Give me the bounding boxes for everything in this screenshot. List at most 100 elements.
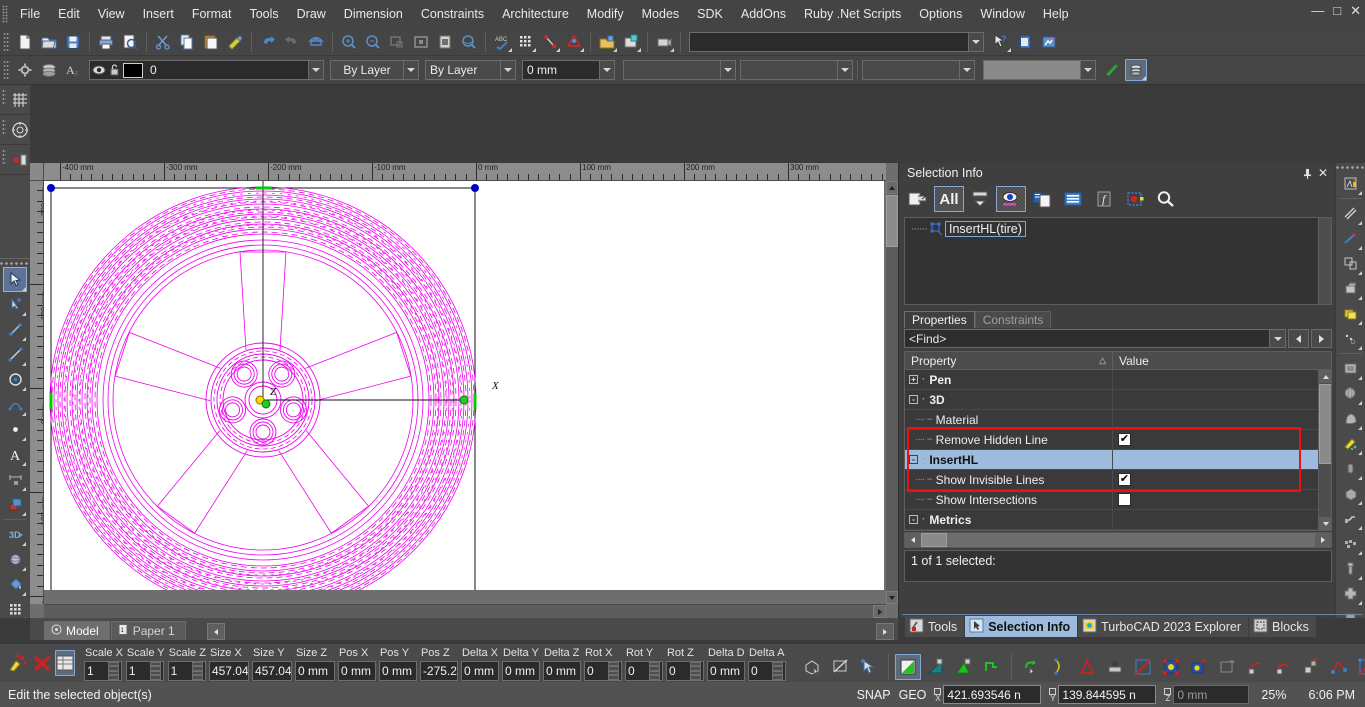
line-width-combo[interactable]: 0 mm (522, 60, 615, 80)
3d-object-icon[interactable]: 3D (3, 522, 27, 547)
field-input-rot-z[interactable]: 0 (665, 660, 704, 681)
bolt-icon[interactable] (1339, 556, 1363, 581)
grid-scroll-thumb[interactable] (1319, 384, 1331, 464)
property-grid[interactable]: Property △ Value + · Pen - · 3D ···· -- Material… (904, 351, 1332, 531)
drawing-canvas[interactable]: X Z (44, 181, 884, 590)
redo-icon[interactable] (281, 31, 303, 53)
brush-style-value[interactable]: By Layer (425, 60, 501, 80)
undo-icon[interactable] (257, 31, 279, 53)
visible-icon[interactable] (996, 186, 1026, 212)
sparkle-icon[interactable] (1339, 431, 1363, 456)
property-row[interactable]: - · Metrics (905, 510, 1318, 530)
spinner-up[interactable] (607, 661, 619, 671)
copy-icon[interactable] (176, 31, 198, 53)
shapes-icon[interactable] (1339, 251, 1363, 276)
field-input-delta-d[interactable]: 0 mm (706, 660, 745, 681)
find-input[interactable]: <Find> (904, 329, 1270, 348)
zoom-level[interactable]: 25% (1261, 688, 1286, 702)
grid-tool-icon[interactable] (8, 87, 32, 112)
redo-dropdown-icon[interactable] (305, 31, 327, 53)
all-icon[interactable]: All (934, 186, 964, 212)
menu-file[interactable]: File (11, 3, 49, 25)
field-input-pos-x[interactable]: 0 mm (337, 660, 376, 681)
compass-tool-icon[interactable] (8, 117, 32, 142)
checkbox-checked[interactable]: ✔ (1118, 473, 1131, 486)
find-dropdown[interactable] (1270, 329, 1286, 348)
delete-red-x-icon[interactable] (31, 650, 53, 676)
copy-props-icon[interactable] (1027, 186, 1057, 212)
property-row[interactable]: - · InsertHL (905, 450, 1318, 470)
profile-icon[interactable] (1339, 171, 1363, 196)
lock-icon[interactable] (109, 64, 120, 76)
save-icon[interactable] (62, 31, 84, 53)
brush-style-combo[interactable]: By Layer (425, 60, 516, 80)
field-input-rot-y[interactable]: 0 (624, 660, 663, 681)
pen-style-dropdown[interactable] (404, 60, 419, 80)
cylinder-icon[interactable] (1339, 456, 1363, 481)
spinner[interactable] (108, 661, 119, 680)
polyline-icon[interactable] (1326, 654, 1352, 680)
graph-icon[interactable] (1038, 31, 1060, 53)
extrude-icon[interactable] (1339, 276, 1363, 301)
property-row[interactable]: ···· -- Remove Hidden Line ✔ (905, 430, 1318, 450)
find-previous-button[interactable] (1288, 329, 1309, 348)
menu-draw[interactable]: Draw (288, 3, 335, 25)
field-input-size-z[interactable]: 0 mm (294, 660, 335, 681)
tab-scroll-right-button[interactable] (876, 623, 894, 640)
properties-table-icon[interactable] (55, 650, 75, 676)
find-icon[interactable] (1151, 186, 1181, 212)
property-value-cell[interactable] (1113, 490, 1318, 509)
layer-combo[interactable]: 0 (89, 60, 324, 80)
tab-properties[interactable]: Properties (904, 311, 975, 328)
command-search-dropdown[interactable] (969, 31, 984, 52)
taper-icon[interactable] (1074, 654, 1100, 680)
style-field-1[interactable] (623, 60, 721, 80)
cut-scissors-icon[interactable] (152, 31, 174, 53)
open-folder-icon[interactable] (38, 31, 60, 53)
spinner-down[interactable] (771, 670, 783, 680)
selected-style-field[interactable] (983, 60, 1081, 80)
zoom-extents-icon[interactable] (410, 31, 432, 53)
properties-icon[interactable] (903, 186, 933, 212)
checkbox-checked[interactable]: ✔ (1118, 433, 1131, 446)
command-search-input[interactable] (689, 31, 969, 52)
select-arrow-icon[interactable] (3, 267, 27, 292)
hatch-icon[interactable] (3, 492, 27, 517)
vertical-scroll-thumb[interactable] (886, 195, 898, 247)
expand-icon[interactable]: + (909, 375, 918, 384)
print-icon[interactable] (95, 31, 117, 53)
spinner-up[interactable] (108, 661, 119, 671)
pick-point-icon[interactable] (856, 654, 882, 680)
tab-paper-1[interactable]: 1 Paper 1 (110, 621, 186, 640)
sweep-icon[interactable] (1339, 506, 1363, 531)
zoom-page-icon[interactable] (434, 31, 456, 53)
menu-view[interactable]: View (89, 3, 134, 25)
function-icon[interactable]: f (1089, 186, 1119, 212)
menu-format[interactable]: Format (183, 3, 241, 25)
color-swatch[interactable] (123, 62, 143, 78)
scroll-right-button[interactable] (873, 605, 886, 618)
surface-icon[interactable] (1339, 301, 1363, 326)
menu-constraints[interactable]: Constraints (412, 3, 493, 25)
collapse-icon[interactable]: - (909, 455, 918, 464)
field-input-scale-x[interactable]: 1 (84, 660, 122, 681)
spinner-down[interactable] (108, 670, 119, 680)
circle-icon[interactable] (3, 367, 27, 392)
canvas-vertical-scrollbar[interactable] (886, 181, 898, 604)
property-row[interactable]: - · 3D (905, 390, 1318, 410)
menu-help[interactable]: Help (1034, 3, 1078, 25)
minimize-icon[interactable]: — (1311, 4, 1324, 17)
collapse-icon[interactable]: - (909, 515, 918, 524)
style-field-3[interactable] (862, 60, 960, 80)
spinner[interactable] (191, 661, 203, 680)
field-input-delta-y[interactable]: 0 mm (501, 660, 540, 681)
field-input-delta-x[interactable]: 0 mm (460, 660, 499, 681)
style-dropdown-2[interactable] (838, 60, 853, 80)
dart-icon[interactable] (1339, 226, 1363, 251)
field-input-size-y[interactable]: 457.04 (251, 660, 292, 681)
spinner[interactable] (149, 661, 161, 680)
style-combo-1[interactable] (623, 60, 736, 80)
spinner-down[interactable] (689, 670, 701, 680)
spinner-up[interactable] (648, 661, 660, 671)
revolve-icon[interactable] (1339, 381, 1363, 406)
